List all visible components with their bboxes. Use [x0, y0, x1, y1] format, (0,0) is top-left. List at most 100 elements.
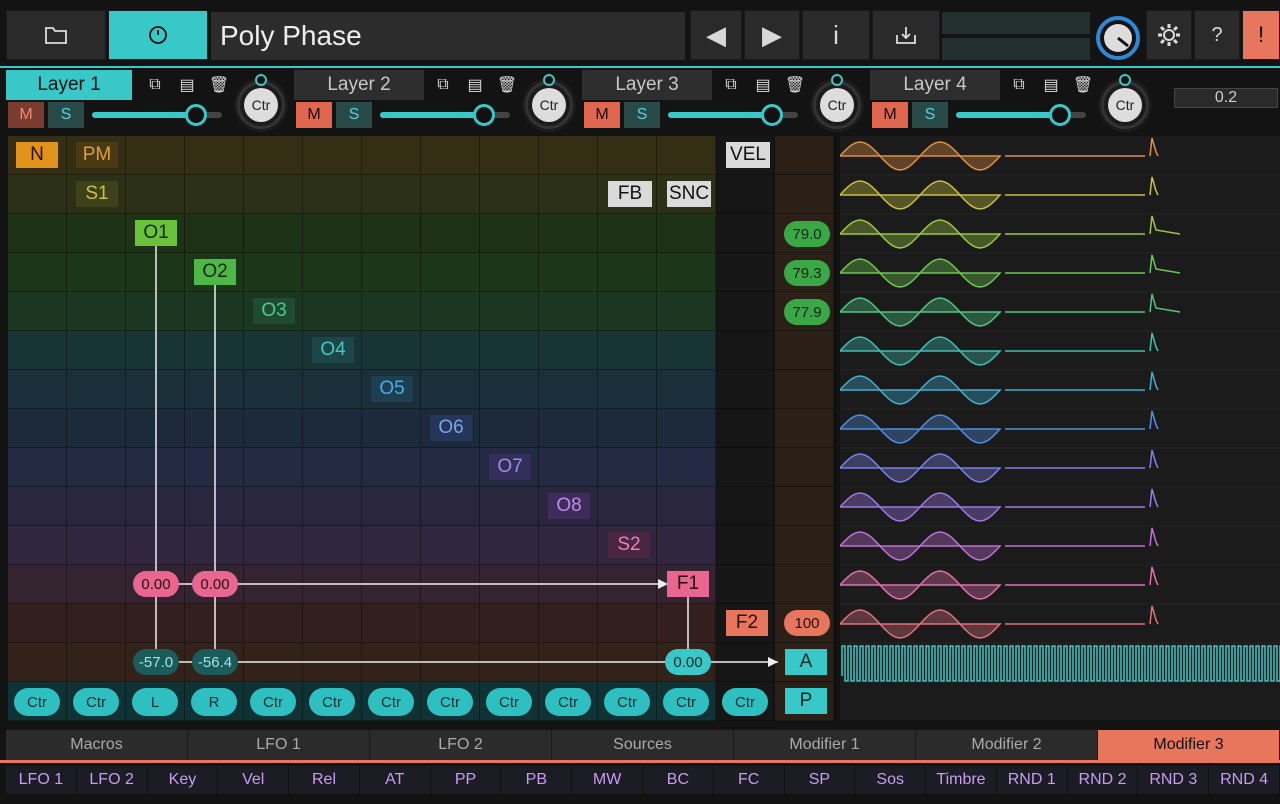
source-timbre[interactable]: Timbre [926, 766, 997, 794]
layer-tab-4[interactable]: Layer 4 [870, 70, 1000, 100]
pan-value-right[interactable]: 0.00 [192, 571, 238, 597]
settings-button[interactable] [1146, 10, 1192, 60]
tab-modifier-3[interactable]: Modifier 3 [1098, 730, 1280, 760]
tag-pm[interactable]: PM [76, 142, 118, 168]
source-bc[interactable]: BC [643, 766, 714, 794]
source-rnd-3[interactable]: RND 3 [1138, 766, 1210, 794]
f2-value[interactable]: 100 [784, 610, 830, 636]
source-lfo-1[interactable]: LFO 1 [6, 766, 77, 794]
mute-button-4[interactable]: M [872, 102, 908, 128]
info-button[interactable]: i [802, 10, 870, 60]
trash-icon[interactable]: 🗑 [208, 74, 230, 96]
operator-6[interactable]: O6 [430, 415, 472, 441]
clock-button[interactable] [108, 10, 208, 60]
operator-8[interactable]: O8 [548, 493, 590, 519]
trash-icon[interactable]: 🗑 [1072, 74, 1094, 96]
source-sos[interactable]: Sos [855, 766, 927, 794]
copy-icon[interactable]: ⧉ [720, 74, 742, 96]
copy-icon[interactable]: ⧉ [144, 74, 166, 96]
tag-n[interactable]: N [16, 142, 58, 168]
next-preset-button[interactable]: ▶ [744, 10, 800, 60]
velocity-value-1[interactable]: 79.0 [784, 221, 830, 247]
source-at[interactable]: AT [359, 766, 431, 794]
operator-3[interactable]: O3 [253, 298, 295, 324]
ctr-pill-9[interactable]: Ctr [486, 688, 532, 716]
alert-button[interactable]: ! [1242, 10, 1280, 60]
layer-pan-knob-2[interactable]: Ctr [522, 74, 576, 132]
paste-icon[interactable]: ▤ [1040, 74, 1062, 96]
save-button[interactable] [872, 10, 940, 60]
layer-volume-slider-4[interactable] [956, 104, 1086, 126]
mute-button-2[interactable]: M [296, 102, 332, 128]
tag-vel[interactable]: VEL [726, 142, 770, 168]
ctr-pill-13[interactable]: Ctr [722, 688, 768, 716]
tag-fb[interactable]: FB [608, 181, 652, 207]
operator-7[interactable]: O7 [489, 454, 531, 480]
tab-macros[interactable]: Macros [6, 730, 188, 760]
preset-name[interactable]: Poly Phase [211, 12, 685, 60]
source-rel[interactable]: Rel [289, 766, 360, 794]
source-rnd-1[interactable]: RND 1 [996, 766, 1068, 794]
source-key[interactable]: Key [147, 766, 219, 794]
source-lfo-2[interactable]: LFO 2 [76, 766, 148, 794]
ctr-pill-12[interactable]: Ctr [663, 688, 709, 716]
tag-s1[interactable]: S1 [76, 181, 118, 207]
copy-icon[interactable]: ⧉ [432, 74, 454, 96]
ctr-pill-10[interactable]: Ctr [545, 688, 591, 716]
slider-thumb[interactable] [473, 104, 495, 126]
velocity-value-3[interactable]: 77.9 [784, 299, 830, 325]
ctr-pill-8[interactable]: Ctr [427, 688, 473, 716]
operator-2[interactable]: O2 [194, 259, 236, 285]
ctr-pill-1[interactable]: Ctr [14, 688, 60, 716]
paste-icon[interactable]: ▤ [752, 74, 774, 96]
slider-thumb[interactable] [1049, 104, 1071, 126]
solo-button-1[interactable]: S [48, 102, 84, 128]
source-pb[interactable]: PB [501, 766, 573, 794]
source-sp[interactable]: SP [784, 766, 856, 794]
layer-pan-knob-3[interactable]: Ctr [810, 74, 864, 132]
layer-pan-knob-4[interactable]: Ctr [1098, 74, 1152, 132]
paste-icon[interactable]: ▤ [464, 74, 486, 96]
source-rnd-4[interactable]: RND 4 [1209, 766, 1280, 794]
layer-volume-slider-3[interactable] [668, 104, 798, 126]
source-vel[interactable]: Vel [218, 766, 290, 794]
source-pp[interactable]: PP [430, 766, 502, 794]
tab-modifier-2[interactable]: Modifier 2 [916, 730, 1098, 760]
mute-button-3[interactable]: M [584, 102, 620, 128]
velocity-value-2[interactable]: 79.3 [784, 260, 830, 286]
ctr-pill-4[interactable]: R [191, 688, 237, 716]
layer-volume-slider-1[interactable] [92, 104, 222, 126]
paste-icon[interactable]: ▤ [176, 74, 198, 96]
folder-button[interactable] [6, 10, 106, 60]
tag-f1[interactable]: F1 [667, 571, 709, 597]
amp-value-right[interactable]: -56.4 [192, 649, 238, 675]
help-button[interactable]: ? [1194, 10, 1240, 60]
tag-a[interactable]: A [785, 649, 827, 675]
tag-s2[interactable]: S2 [608, 532, 650, 558]
ctr-pill-7[interactable]: Ctr [368, 688, 414, 716]
ctr-pill-3[interactable]: L [132, 688, 178, 716]
solo-button-4[interactable]: S [912, 102, 948, 128]
copy-icon[interactable]: ⧉ [1008, 74, 1030, 96]
tab-lfo-1[interactable]: LFO 1 [188, 730, 370, 760]
tag-f2[interactable]: F2 [726, 610, 768, 636]
amp-value-left[interactable]: -57.0 [133, 649, 179, 675]
tag-snc[interactable]: SNC [667, 181, 711, 207]
solo-button-2[interactable]: S [336, 102, 372, 128]
pan-value-left[interactable]: 0.00 [133, 571, 179, 597]
amp-value-f1[interactable]: 0.00 [665, 649, 711, 675]
operator-1[interactable]: O1 [135, 220, 177, 246]
source-mw[interactable]: MW [572, 766, 643, 794]
prev-preset-button[interactable]: ◀ [690, 10, 742, 60]
tab-lfo-2[interactable]: LFO 2 [370, 730, 552, 760]
tab-modifier-1[interactable]: Modifier 1 [734, 730, 916, 760]
tab-sources[interactable]: Sources [552, 730, 734, 760]
layer-tab-1[interactable]: Layer 1 [6, 70, 132, 100]
trash-icon[interactable]: 🗑 [496, 74, 518, 96]
slider-thumb[interactable] [185, 104, 207, 126]
layer-pan-knob-1[interactable]: Ctr [234, 74, 288, 132]
ctr-pill-11[interactable]: Ctr [604, 688, 650, 716]
layer-volume-slider-2[interactable] [380, 104, 510, 126]
ctr-pill-5[interactable]: Ctr [250, 688, 296, 716]
operator-5[interactable]: O5 [371, 376, 413, 402]
